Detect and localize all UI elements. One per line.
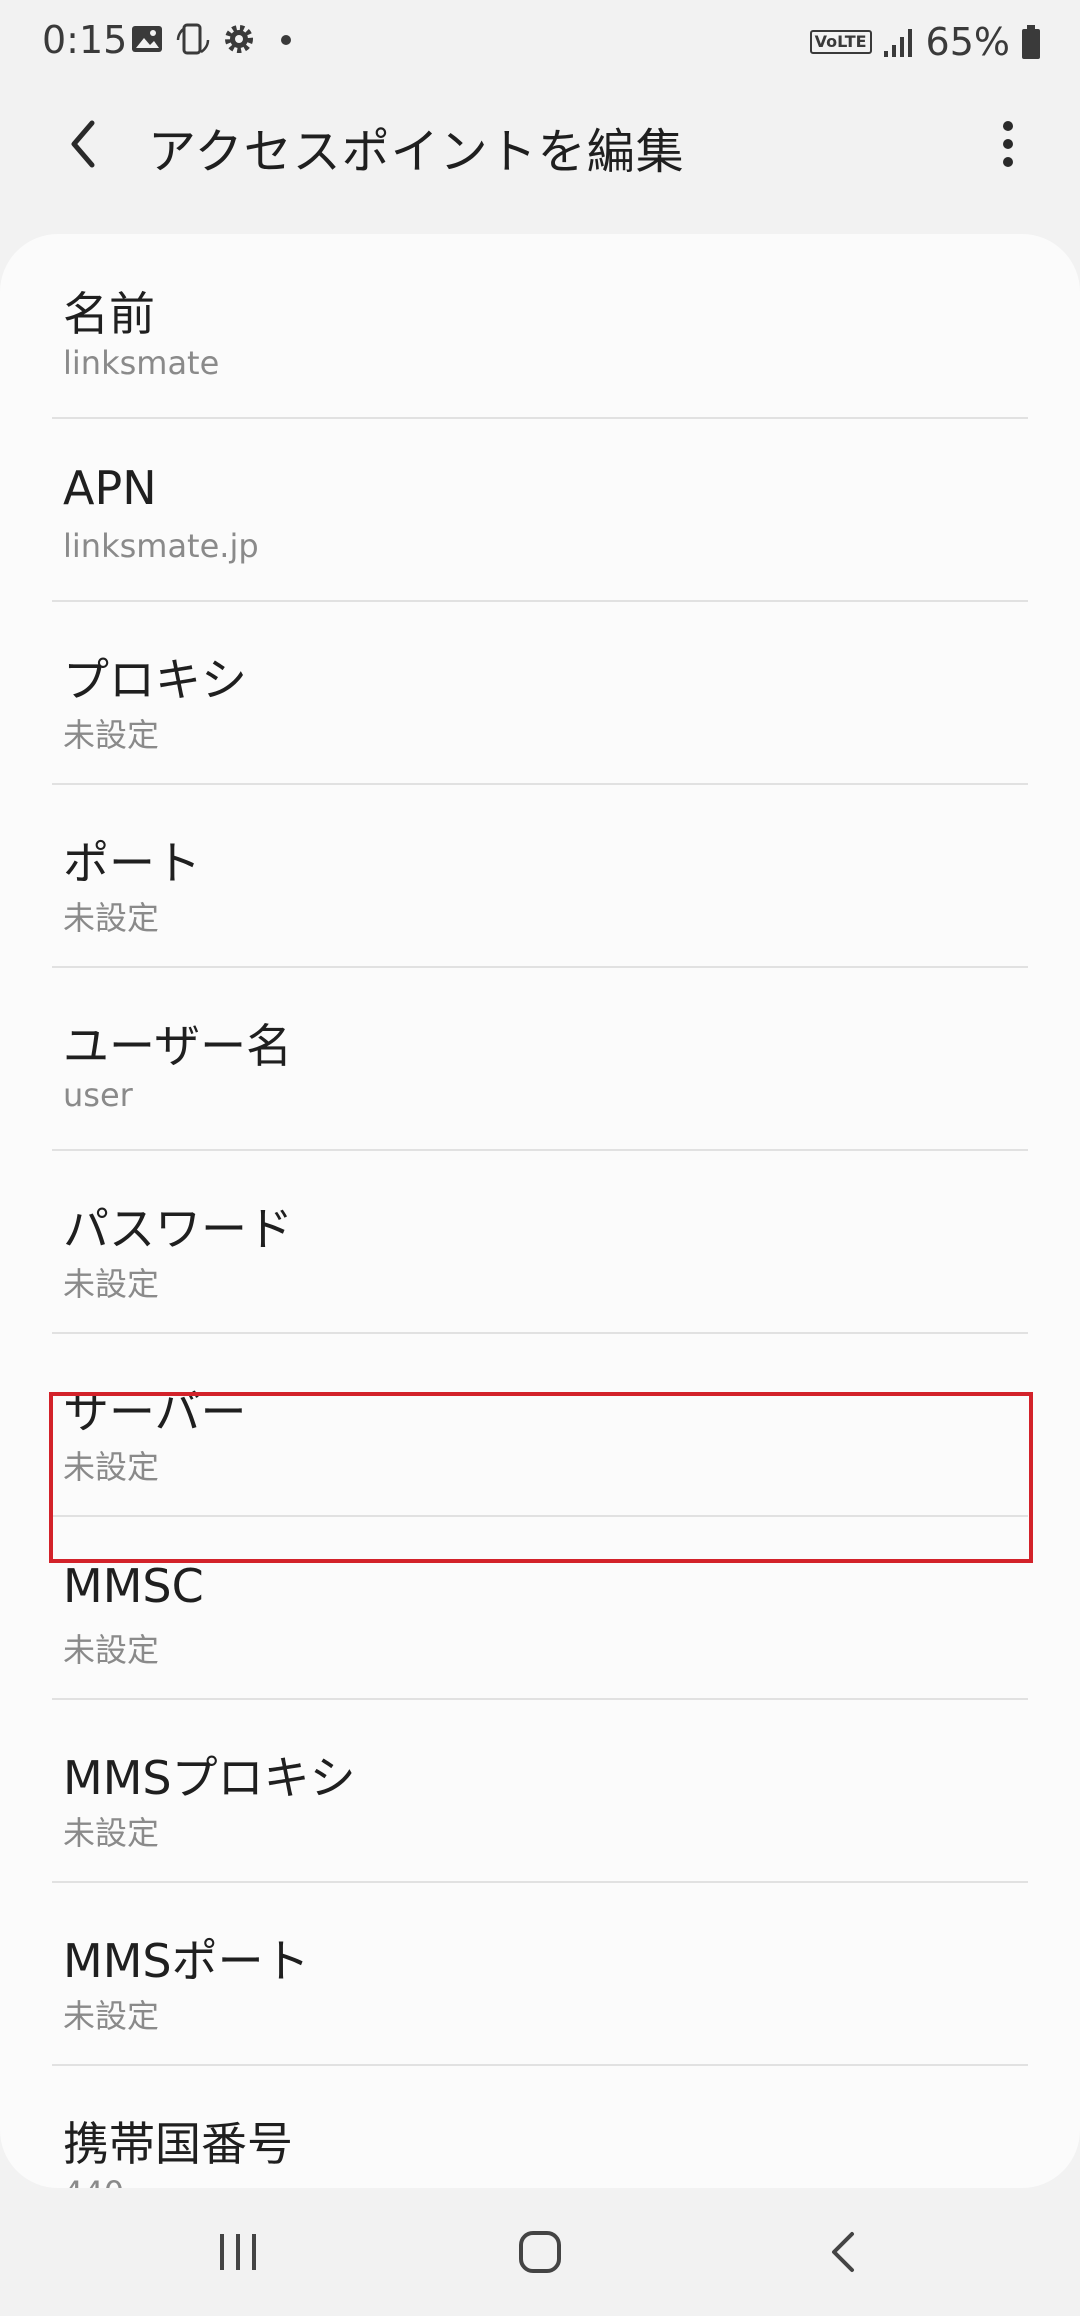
- app-bar: アクセスポイントを編集: [0, 84, 1080, 204]
- back-icon: [832, 2232, 854, 2272]
- more-options-button[interactable]: [972, 108, 1044, 180]
- home-icon: [519, 2231, 561, 2273]
- setting-label: MMSプロキシ: [63, 1751, 356, 1805]
- recent-apps-button[interactable]: [193, 2216, 283, 2288]
- setting-value: 未設定: [63, 899, 160, 937]
- setting-row-username[interactable]: ユーザー名 user: [0, 966, 1080, 1149]
- setting-row-port[interactable]: ポート 未設定: [0, 783, 1080, 966]
- setting-value: linksmate.jp: [63, 527, 259, 565]
- setting-label: MMSC: [63, 1559, 204, 1613]
- settings-list: 名前 linksmate APN linksmate.jp プロキシ 未設定 ポ…: [0, 234, 1080, 2188]
- battery-icon: [1022, 25, 1040, 59]
- home-button[interactable]: [495, 2216, 585, 2288]
- status-time: 0:15: [42, 18, 128, 62]
- setting-row-mms-port[interactable]: MMSポート 未設定: [0, 1881, 1080, 2064]
- setting-value: 未設定: [63, 1631, 160, 1669]
- recent-apps-icon: [220, 2234, 256, 2270]
- page-title: アクセスポイントを編集: [148, 124, 685, 180]
- setting-value: linksmate: [63, 344, 220, 382]
- setting-label: ポート: [63, 836, 201, 890]
- setting-value: user: [63, 1076, 133, 1114]
- more-vert-icon: [1003, 121, 1013, 167]
- setting-label: プロキシ: [63, 653, 247, 707]
- setting-label: 名前: [63, 287, 155, 341]
- settings-gear-icon: [225, 25, 253, 53]
- setting-label: 携帯国番号: [63, 2117, 293, 2171]
- setting-label: MMSポート: [63, 1934, 310, 1988]
- notification-dot-icon: [281, 35, 291, 45]
- battery-percent: 65%: [925, 20, 1010, 64]
- gallery-icon: [132, 26, 162, 52]
- highlight-box: [49, 1392, 1033, 1563]
- navigation-bar: [0, 2188, 1080, 2316]
- setting-value: 未設定: [63, 1997, 160, 2035]
- setting-value: 未設定: [63, 1814, 160, 1852]
- setting-row-password[interactable]: パスワード 未設定: [0, 1149, 1080, 1332]
- setting-row-apn[interactable]: APN linksmate.jp: [0, 417, 1080, 600]
- setting-row-mms-proxy[interactable]: MMSプロキシ 未設定: [0, 1698, 1080, 1881]
- setting-value: 未設定: [63, 1265, 160, 1303]
- signal-icon: [883, 29, 912, 57]
- setting-label: APN: [63, 461, 157, 515]
- volte-badge: VoLTE: [809, 30, 872, 54]
- setting-value: 440: [63, 2174, 124, 2188]
- status-right-group: VoLTE 65%: [809, 18, 1042, 66]
- setting-row-proxy[interactable]: プロキシ 未設定: [0, 600, 1080, 783]
- setting-label: ユーザー名: [63, 1019, 293, 1073]
- status-bar: 0:15 VoLTE 65%: [0, 0, 1080, 84]
- setting-row-mcc[interactable]: 携帯国番号 440: [0, 2064, 1080, 2188]
- setting-row-name[interactable]: 名前 linksmate: [0, 234, 1080, 417]
- back-arrow-icon: [71, 120, 95, 168]
- setting-value: 未設定: [63, 716, 160, 754]
- setting-label: パスワード: [63, 1202, 293, 1256]
- back-button[interactable]: [48, 108, 120, 180]
- nav-back-button[interactable]: [798, 2216, 888, 2288]
- screen-rotate-icon: [176, 23, 210, 55]
